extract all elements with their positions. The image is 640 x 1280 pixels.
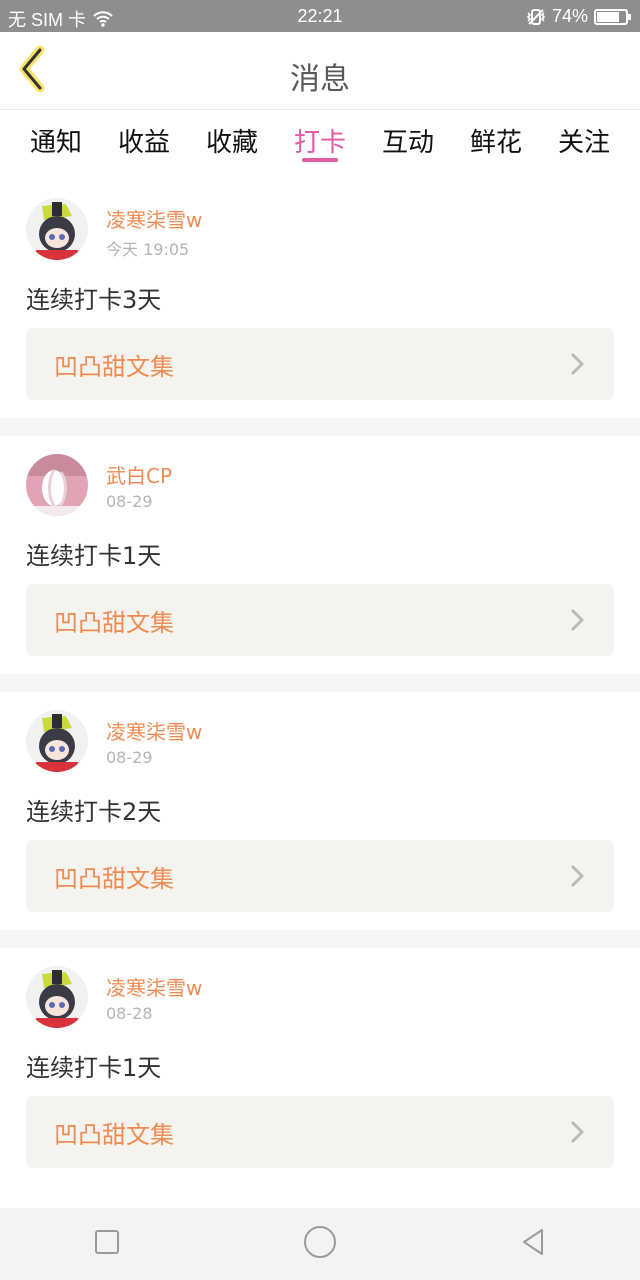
collection-label: 凹凸甜文集 <box>54 1120 174 1149</box>
chevron-right-icon <box>570 1120 586 1144</box>
collection-label: 凹凸甜文集 <box>54 352 174 381</box>
avatar[interactable] <box>26 710 88 772</box>
home-button[interactable] <box>284 1208 356 1280</box>
timestamp: 08-28 <box>106 1004 153 1023</box>
user-name[interactable]: 凌寒柒雪w <box>106 204 202 233</box>
tab-notice[interactable]: 通知 <box>26 110 86 170</box>
tab-follow[interactable]: 关注 <box>554 110 614 170</box>
timestamp: 今天 19:05 <box>106 240 190 259</box>
checkin-text: 连续打卡2天 <box>26 798 162 826</box>
status-bar: 无 SIM 卡 22:21 74% <box>0 0 640 32</box>
list-item: 凌寒柒雪w 今天 19:05 连续打卡3天 凹凸甜文集 <box>0 180 640 418</box>
vibrate-icon <box>526 8 546 26</box>
collection-link[interactable]: 凹凸甜文集 <box>26 584 614 656</box>
collection-link[interactable]: 凹凸甜文集 <box>26 328 614 400</box>
avatar[interactable] <box>26 454 88 516</box>
user-name[interactable]: 凌寒柒雪w <box>106 716 202 745</box>
battery-percent: 74% <box>551 6 588 26</box>
circle-icon <box>303 1225 337 1263</box>
checkin-text: 连续打卡1天 <box>26 542 162 570</box>
header: 消息 <box>0 32 640 110</box>
tab-favorites[interactable]: 收藏 <box>202 110 262 170</box>
tab-bar: 通知 收益 收藏 打卡 互动 鲜花 关注 <box>0 110 640 170</box>
recent-apps-button[interactable] <box>71 1208 143 1280</box>
system-navigation-bar <box>0 1208 640 1280</box>
tab-flowers[interactable]: 鲜花 <box>466 110 526 170</box>
chevron-right-icon <box>570 608 586 632</box>
avatar[interactable] <box>26 966 88 1028</box>
collection-label: 凹凸甜文集 <box>54 608 174 637</box>
avatar[interactable] <box>26 198 88 260</box>
user-name[interactable]: 武白CP <box>106 460 172 489</box>
tab-interaction[interactable]: 互动 <box>378 110 438 170</box>
list-item: 武白CP 08-29 连续打卡1天 凹凸甜文集 <box>0 436 640 674</box>
feed-list: 凌寒柒雪w 今天 19:05 连续打卡3天 凹凸甜文集 武白CP 08-29 连… <box>0 180 640 1208</box>
timestamp: 08-29 <box>106 748 153 767</box>
square-icon <box>94 1229 120 1259</box>
collection-link[interactable]: 凹凸甜文集 <box>26 840 614 912</box>
chevron-right-icon <box>570 864 586 888</box>
collection-link[interactable]: 凹凸甜文集 <box>26 1096 614 1168</box>
checkin-text: 连续打卡1天 <box>26 1054 162 1082</box>
chevron-right-icon <box>570 352 586 376</box>
user-name[interactable]: 凌寒柒雪w <box>106 972 202 1001</box>
page-title: 消息 <box>290 62 350 97</box>
list-item: 凌寒柒雪w 08-29 连续打卡2天 凹凸甜文集 <box>0 692 640 930</box>
back-nav-button[interactable] <box>497 1208 569 1280</box>
tab-income[interactable]: 收益 <box>114 110 174 170</box>
divider <box>0 930 640 948</box>
list-item: 凌寒柒雪w 08-28 连续打卡1天 凹凸甜文集 <box>0 948 640 1186</box>
timestamp: 08-29 <box>106 492 153 511</box>
checkin-text: 连续打卡3天 <box>26 286 162 314</box>
divider <box>0 674 640 692</box>
back-triangle-icon <box>518 1227 548 1261</box>
collection-label: 凹凸甜文集 <box>54 864 174 893</box>
tab-checkin[interactable]: 打卡 <box>290 110 350 170</box>
divider <box>0 418 640 436</box>
tab-active-underline <box>302 158 338 162</box>
battery-icon <box>594 8 632 26</box>
